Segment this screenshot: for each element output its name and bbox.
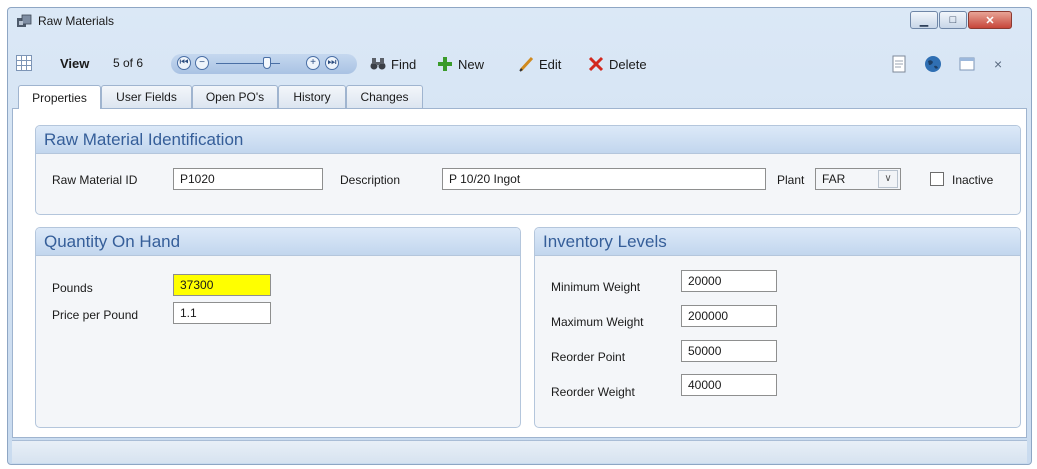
status-bar [12,440,1027,463]
inventory-levels-group: Inventory Levels Minimum Weight Maximum … [534,227,1021,428]
tab-user-fields[interactable]: User Fields [101,85,192,108]
description-label: Description [340,173,401,187]
pounds-label: Pounds [52,281,93,295]
binoculars-icon [370,58,386,70]
close-panel-button[interactable]: × [994,54,1002,74]
record-navigator: ⏮ − + ⏭ [171,54,357,74]
inactive-label: Inactive [952,173,994,187]
minimize-button[interactable]: ▁ [910,11,938,29]
tab-changes[interactable]: Changes [346,85,423,108]
globe-icon[interactable] [924,55,942,73]
tab-open-pos[interactable]: Open PO's [192,85,278,108]
zoom-in-icon[interactable]: + [306,56,320,70]
grid-icon[interactable] [16,55,32,71]
delete-label: Delete [609,56,647,72]
tab-history[interactable]: History [278,85,346,108]
toolbar: View 5 of 6 ⏮ − + ⏭ Find New Edit Delete… [12,52,1027,76]
maximum-weight-label: Maximum Weight [551,315,644,329]
plant-value: FAR [822,172,846,186]
reorder-weight-field[interactable] [681,374,777,396]
plant-select[interactable]: FAR ∨ [815,168,901,190]
quantity-title: Quantity On Hand [44,232,181,251]
pencil-icon [519,56,534,72]
find-button[interactable]: Find [370,54,416,74]
title-bar[interactable]: Raw Materials ▁ □ ✕ [8,8,1031,34]
app-icon [17,14,32,27]
identification-title: Raw Material Identification [44,130,244,149]
view-button[interactable]: View [60,56,89,71]
first-record-icon[interactable]: ⏮ [177,56,191,70]
inactive-checkbox[interactable] [930,172,944,186]
reorder-point-label: Reorder Point [551,350,626,364]
price-per-pound-field[interactable] [173,302,271,324]
record-position: 5 of 6 [113,56,144,70]
maximum-weight-field[interactable] [681,305,777,327]
find-label: Find [391,56,417,72]
tab-properties[interactable]: Properties [18,85,101,109]
minimum-weight-label: Minimum Weight [551,280,641,294]
raw-material-id-field[interactable] [173,168,323,190]
description-field[interactable] [442,168,766,190]
raw-material-id-label: Raw Material ID [52,173,138,187]
properties-panel: Raw Material Identification Raw Material… [12,108,1027,438]
inventory-title: Inventory Levels [543,232,667,251]
zoom-out-icon[interactable]: − [195,56,209,70]
plant-label: Plant [777,173,805,187]
inventory-header: Inventory Levels [535,228,1020,256]
identification-group: Raw Material Identification Raw Material… [35,125,1021,215]
identification-header: Raw Material Identification [36,126,1020,154]
minimum-weight-field[interactable] [681,270,777,292]
pounds-field[interactable] [173,274,271,296]
last-record-icon[interactable]: ⏭ [325,56,339,70]
record-slider-thumb[interactable] [263,57,271,69]
close-window-button[interactable]: ✕ [968,11,1012,29]
delete-button[interactable]: Delete [588,54,647,74]
delete-x-icon [588,56,604,72]
chevron-down-icon[interactable]: ∨ [878,170,898,188]
raw-materials-window: Raw Materials ▁ □ ✕ View 5 of 6 ⏮ − + ⏭ [7,7,1032,465]
edit-button[interactable]: Edit [518,54,561,74]
quantity-on-hand-group: Quantity On Hand Pounds Price per Pound [35,227,521,428]
new-label: New [458,56,485,72]
document-icon[interactable] [890,55,908,73]
maximize-button[interactable]: □ [939,11,967,29]
edit-label: Edit [539,56,562,72]
reorder-point-field[interactable] [681,340,777,362]
reorder-weight-label: Reorder Weight [551,385,635,399]
window-title: Raw Materials [38,14,115,28]
quantity-header: Quantity On Hand [36,228,520,256]
plus-icon [438,57,452,71]
window-icon[interactable] [958,55,976,73]
new-button[interactable]: New [437,54,484,74]
price-per-pound-label: Price per Pound [52,308,139,322]
